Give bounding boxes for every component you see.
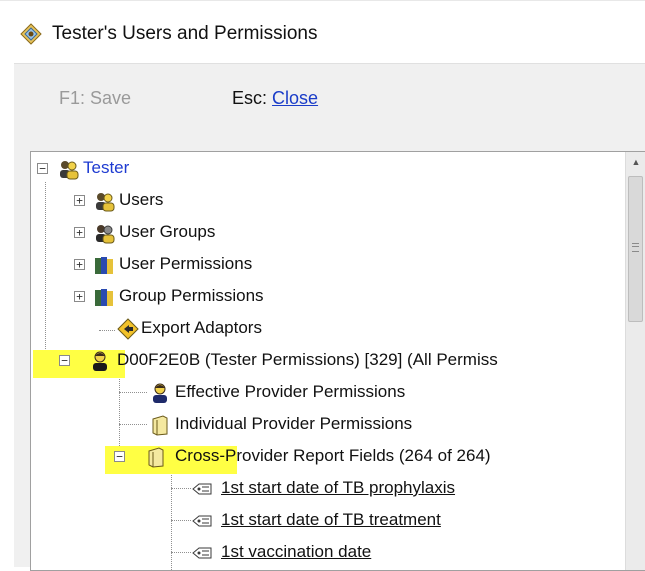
tree-node-user-groups[interactable]: + User Groups bbox=[31, 218, 621, 246]
collapse-toggle[interactable]: − bbox=[37, 163, 48, 174]
close-shortcut: Esc: Close bbox=[232, 88, 318, 109]
tree-node-cross-provider-report-fields[interactable]: − Cross-Provider Report Fields (264 of 2… bbox=[31, 442, 621, 470]
book-icon bbox=[148, 447, 164, 468]
expand-toggle[interactable]: + bbox=[74, 195, 85, 206]
tree-node-group-permissions[interactable]: + Group Permissions bbox=[31, 282, 621, 310]
tree-node-label: User Groups bbox=[119, 222, 216, 241]
vertical-scrollbar[interactable]: ▲ bbox=[625, 152, 645, 570]
tree-node-users[interactable]: + Users bbox=[31, 186, 621, 214]
tree-node-user-permissions[interactable]: + User Permissions bbox=[31, 250, 621, 278]
tree-node-field[interactable]: 1st start date of TB prophylaxis bbox=[31, 474, 621, 502]
user-icon bbox=[153, 383, 167, 403]
permissions-window: Tester's Users and Permissions F1: Save … bbox=[0, 0, 645, 571]
tree-node-label: Users bbox=[119, 190, 164, 209]
tree-node-label: Effective Provider Permissions bbox=[175, 382, 406, 401]
tree-node-effective-provider-permissions[interactable]: Effective Provider Permissions bbox=[31, 378, 621, 406]
expand-toggle[interactable]: + bbox=[74, 227, 85, 238]
close-link[interactable]: Close bbox=[272, 88, 318, 108]
expand-toggle[interactable]: + bbox=[74, 291, 85, 302]
tree-node-tester[interactable]: − Tester bbox=[31, 154, 621, 182]
tree-node-field[interactable]: 1st start date of TB treatment bbox=[31, 506, 621, 534]
group-icon bbox=[96, 225, 115, 244]
field-icon bbox=[192, 515, 212, 527]
users-icon bbox=[60, 161, 79, 180]
adaptor-icon bbox=[117, 318, 139, 340]
field-link[interactable]: 1st vaccination date bbox=[221, 538, 371, 566]
collapse-toggle[interactable]: − bbox=[59, 355, 70, 366]
app-icon bbox=[20, 23, 42, 45]
tree-node-label: Individual Provider Permissions bbox=[175, 414, 413, 433]
esc-key-label: Esc: bbox=[232, 88, 268, 108]
tree-node-label: User Permissions bbox=[119, 254, 253, 273]
tree-node-label: D00F2E0B (Tester Permissions) [329] (All… bbox=[117, 350, 498, 369]
field-link[interactable]: 1st start date of TB prophylaxis bbox=[221, 474, 455, 502]
save-button[interactable]: F1: Save bbox=[59, 88, 131, 109]
book-icon bbox=[152, 415, 168, 436]
tree-node-individual-provider-permissions[interactable]: Individual Provider Permissions bbox=[31, 410, 621, 438]
tree-panel: − Tester + Users + User Groups + User Pe… bbox=[14, 137, 645, 571]
tree-node-field[interactable]: 1st vaccination date bbox=[31, 538, 621, 566]
permissions-book-icon bbox=[95, 257, 113, 274]
window-title: Tester's Users and Permissions bbox=[52, 23, 318, 44]
permissions-tree[interactable]: − Tester + Users + User Groups + User Pe… bbox=[30, 151, 645, 571]
title-bar: Tester's Users and Permissions bbox=[0, 1, 645, 63]
toolbar: F1: Save Esc: Close bbox=[14, 63, 645, 138]
tree-node-label: Group Permissions bbox=[119, 286, 264, 305]
field-link[interactable]: 1st start date of TB treatment bbox=[221, 506, 441, 534]
expand-toggle[interactable]: + bbox=[74, 259, 85, 270]
tree-node-export-adaptors[interactable]: Export Adaptors bbox=[31, 314, 621, 342]
tree-node-label: Export Adaptors bbox=[141, 318, 262, 337]
user-icon bbox=[93, 351, 107, 371]
field-icon bbox=[192, 483, 212, 495]
tree-node-label: Cross-Provider Report Fields (264 of 264… bbox=[175, 446, 491, 465]
tree-node-label: Tester bbox=[83, 158, 130, 177]
users-icon bbox=[96, 193, 115, 212]
tree-node-d00f2e0b[interactable]: − D00F2E0B (Tester Permissions) [329] (A… bbox=[31, 346, 645, 374]
permissions-book-icon bbox=[95, 289, 113, 306]
collapse-toggle[interactable]: − bbox=[114, 451, 125, 462]
field-icon bbox=[192, 547, 212, 559]
grip-icon bbox=[632, 243, 639, 252]
scroll-up-arrow-icon[interactable]: ▲ bbox=[626, 152, 645, 170]
scroll-thumb[interactable] bbox=[628, 176, 643, 322]
